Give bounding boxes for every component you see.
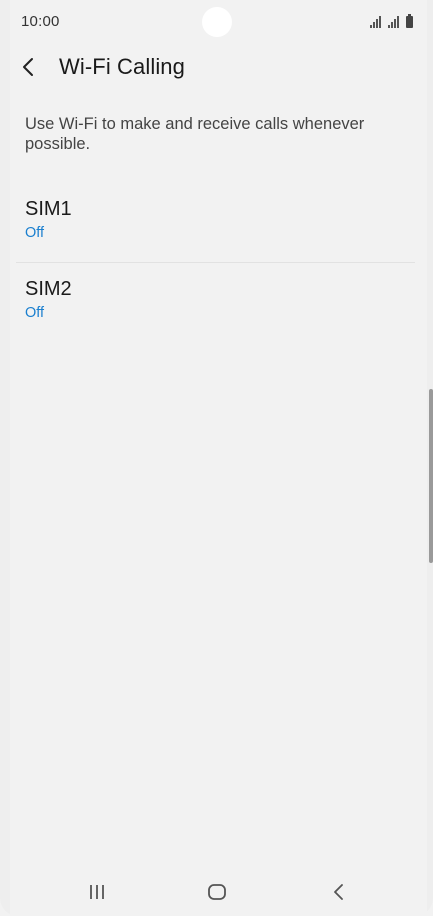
- signal-sim2-icon: [388, 16, 399, 28]
- sim1-status: Off: [25, 225, 45, 241]
- status-bar: 10:00: [0, 0, 433, 44]
- battery-icon: [406, 14, 413, 28]
- status-time: 10:00: [21, 13, 60, 30]
- recent-apps-button[interactable]: [67, 868, 127, 916]
- home-icon: [208, 884, 226, 900]
- screen-frame-left: [0, 0, 10, 916]
- signal-sim1-icon: [370, 16, 381, 28]
- camera-cutout: [202, 7, 232, 37]
- back-icon: [334, 884, 343, 900]
- chevron-left-icon: [23, 58, 33, 76]
- nav-back-button[interactable]: [309, 868, 369, 916]
- sim2-status: Off: [25, 305, 45, 321]
- sim1-label: SIM1: [25, 198, 72, 220]
- status-icons: [370, 14, 413, 28]
- sim2-label: SIM2: [25, 278, 72, 300]
- app-header: Wi-Fi Calling: [0, 44, 433, 90]
- list-item-sim1[interactable]: SIM1 Off: [10, 183, 415, 261]
- page-title: Wi-Fi Calling: [59, 54, 185, 79]
- scrollbar[interactable]: [429, 389, 433, 563]
- description-text: Use Wi-Fi to make and receive calls when…: [25, 115, 365, 153]
- back-button[interactable]: [14, 52, 44, 82]
- wifi-calling-screen: 10:00 Wi-Fi Calling Use Wi-Fi to make an…: [0, 0, 433, 916]
- recent-apps-icon: [90, 885, 104, 899]
- navigation-bar: [0, 868, 433, 916]
- list-item-sim2[interactable]: SIM2 Off: [10, 263, 415, 341]
- home-button[interactable]: [187, 868, 247, 916]
